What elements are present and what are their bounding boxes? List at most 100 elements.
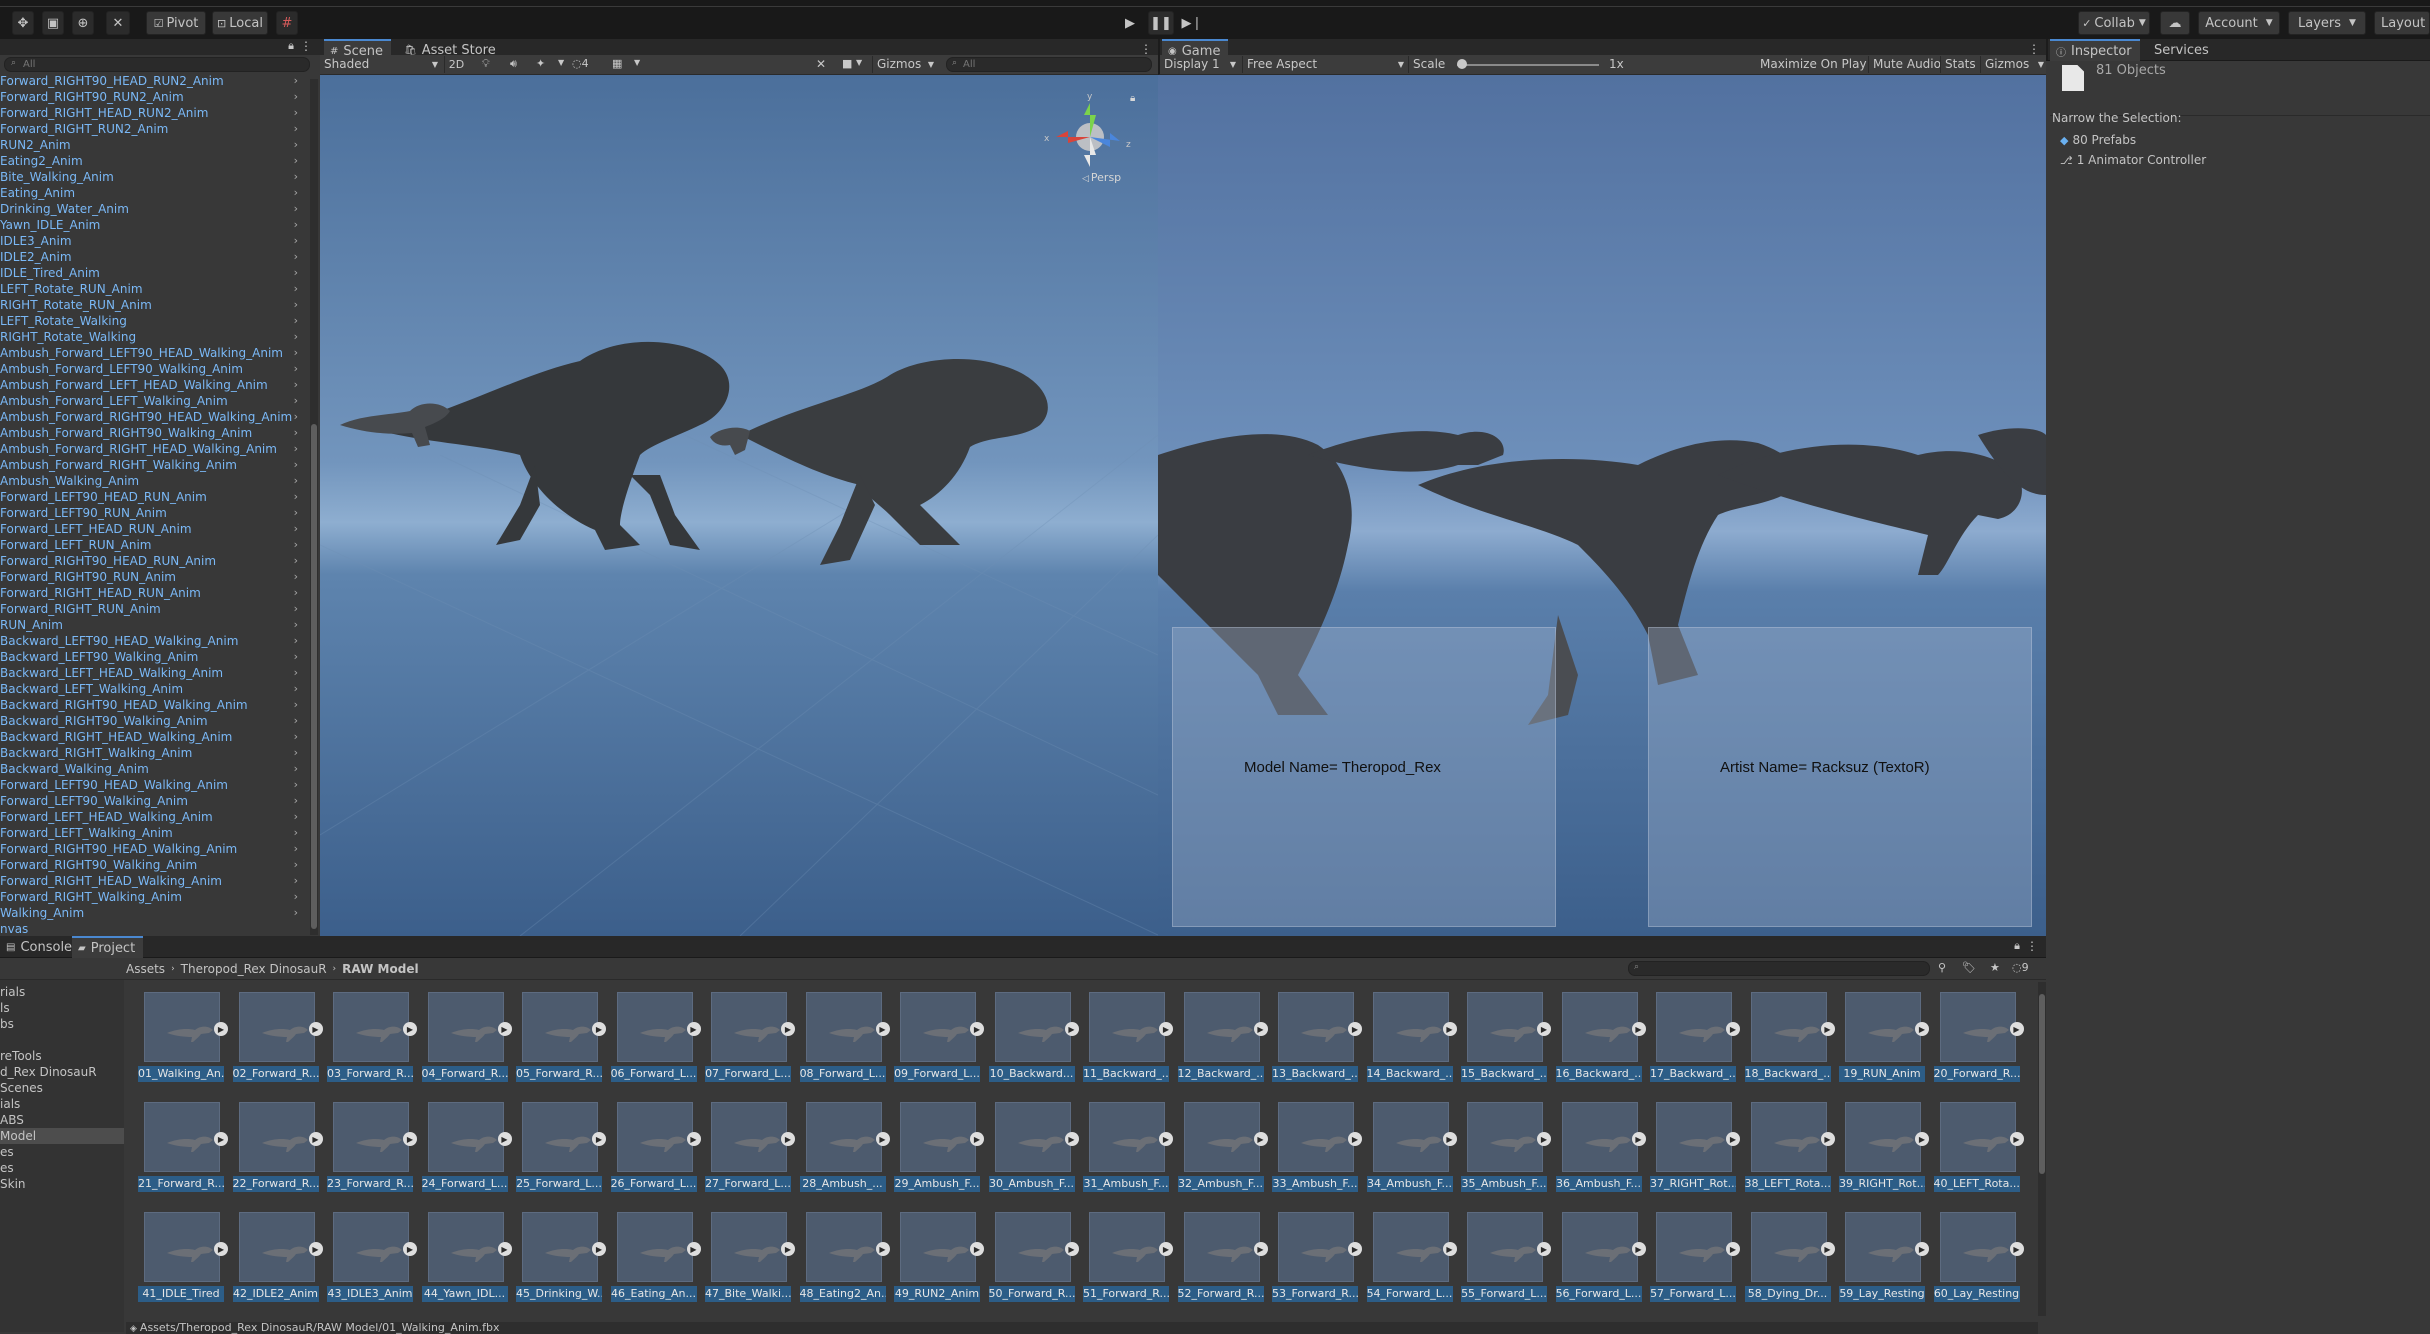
- chevron-right-icon[interactable]: ›: [294, 217, 298, 233]
- asset-tile[interactable]: ▶ 52_Forward_R...: [1177, 1206, 1268, 1310]
- project-scroll-thumb[interactable]: [2039, 994, 2045, 1174]
- local-toggle[interactable]: ⊡ Local: [212, 11, 268, 35]
- play-icon[interactable]: ▶: [308, 1242, 323, 1256]
- project-scrollbar[interactable]: [2038, 982, 2046, 1316]
- play-icon[interactable]: ▶: [592, 1242, 606, 1256]
- asset-tile[interactable]: ▶ 29_Ambush_F...: [894, 1096, 984, 1200]
- hierarchy-item[interactable]: RUN2_Anim ›: [0, 137, 312, 153]
- hierarchy-item[interactable]: Forward_RIGHT_Walking_Anim ›: [0, 889, 312, 905]
- asset-tile[interactable]: ▶ 34_Ambush_F...: [1366, 1096, 1457, 1200]
- asset-tile[interactable]: ▶ 20_Forward_R...: [1933, 986, 2024, 1090]
- play-icon[interactable]: ▶: [1631, 1022, 1646, 1036]
- stats-toggle[interactable]: Stats: [1940, 56, 1980, 73]
- custom-tool-button[interactable]: ✕: [106, 11, 130, 35]
- chevron-right-icon[interactable]: ›: [294, 345, 298, 361]
- asset-tile[interactable]: ▶ 47_Bite_Walki...: [705, 1206, 795, 1310]
- chevron-down-icon[interactable]: ▼: [634, 58, 640, 67]
- play-icon[interactable]: ▶: [403, 1132, 417, 1146]
- play-icon[interactable]: ▶: [1253, 1242, 1268, 1256]
- play-icon[interactable]: ▶: [2009, 1242, 2024, 1256]
- play-icon[interactable]: ▶: [1442, 1242, 1457, 1256]
- folder-tree-item[interactable]: Model: [0, 1128, 124, 1144]
- play-icon[interactable]: ▶: [970, 1022, 984, 1036]
- hierarchy-item[interactable]: Backward_RIGHT90_Walking_Anim ›: [0, 713, 312, 729]
- hierarchy-item[interactable]: Forward_RIGHT_RUN2_Anim ›: [0, 121, 312, 137]
- asset-tile[interactable]: ▶ 53_Forward_R...: [1272, 1206, 1362, 1310]
- hierarchy-item[interactable]: Ambush_Walking_Anim ›: [0, 473, 312, 489]
- tab-inspector[interactable]: ⓘ Inspector: [2050, 39, 2140, 61]
- chevron-right-icon[interactable]: ›: [294, 185, 298, 201]
- chevron-right-icon[interactable]: ›: [294, 873, 298, 889]
- play-icon[interactable]: ▶: [497, 1022, 512, 1036]
- tools-icon[interactable]: ✕: [816, 57, 826, 71]
- asset-tile[interactable]: ▶ 03_Forward_R...: [327, 986, 417, 1090]
- chevron-right-icon[interactable]: ›: [294, 425, 298, 441]
- chevron-right-icon[interactable]: ›: [294, 489, 298, 505]
- play-icon[interactable]: ▶: [1159, 1132, 1173, 1146]
- asset-tile[interactable]: ▶ 35_Ambush_F...: [1461, 1096, 1551, 1200]
- hierarchy-item[interactable]: Ambush_Forward_RIGHT90_Walking_Anim ›: [0, 425, 312, 441]
- hidden-packages-toggle[interactable]: ◌9: [2012, 961, 2029, 974]
- asset-tile[interactable]: ▶ 02_Forward_R...: [232, 986, 323, 1090]
- chevron-right-icon[interactable]: ›: [294, 361, 298, 377]
- chevron-right-icon[interactable]: ›: [294, 761, 298, 777]
- asset-tile[interactable]: ▶ 43_IDLE3_Anim: [327, 1206, 417, 1310]
- tab-console[interactable]: ▤ Console: [0, 936, 80, 958]
- play-icon[interactable]: ▶: [1726, 1132, 1740, 1146]
- play-icon[interactable]: ▶: [1726, 1242, 1740, 1256]
- rect-tool-button[interactable]: ▣: [42, 11, 64, 35]
- menu-icon[interactable]: ⋮: [2028, 42, 2040, 56]
- menu-icon[interactable]: ⋮: [2026, 939, 2038, 953]
- chevron-right-icon[interactable]: ›: [294, 169, 298, 185]
- hierarchy-item[interactable]: Forward_RIGHT90_Walking_Anim ›: [0, 857, 312, 873]
- hierarchy-item[interactable]: Forward_RIGHT_HEAD_RUN2_Anim ›: [0, 105, 312, 121]
- play-icon[interactable]: ▶: [214, 1132, 228, 1146]
- asset-tile[interactable]: ▶ 46_Eating_An...: [610, 1206, 701, 1310]
- breadcrumb-item-current[interactable]: RAW Model: [342, 962, 418, 976]
- chevron-right-icon[interactable]: ›: [294, 121, 298, 137]
- asset-tile[interactable]: ▶ 57_Forward_L...: [1650, 1206, 1740, 1310]
- play-icon[interactable]: ▶: [403, 1022, 417, 1036]
- chevron-right-icon[interactable]: ›: [294, 137, 298, 153]
- play-icon[interactable]: ▶: [1537, 1022, 1551, 1036]
- asset-tile[interactable]: ▶ 28_Ambush_...: [799, 1096, 890, 1200]
- hierarchy-item[interactable]: IDLE2_Anim ›: [0, 249, 312, 265]
- tab-project[interactable]: ▰ Project: [72, 936, 144, 958]
- chevron-right-icon[interactable]: ›: [294, 537, 298, 553]
- play-icon[interactable]: ▶: [1820, 1242, 1835, 1256]
- asset-tile[interactable]: ▶ 26_Forward_L...: [610, 1096, 701, 1200]
- hierarchy-item[interactable]: Ambush_Forward_RIGHT_HEAD_Walking_Anim ›: [0, 441, 312, 457]
- menu-icon[interactable]: ⋮: [1140, 42, 1152, 56]
- play-icon[interactable]: ▶: [686, 1132, 701, 1146]
- hierarchy-item[interactable]: Backward_RIGHT_HEAD_Walking_Anim ›: [0, 729, 312, 745]
- asset-tile[interactable]: ▶ 48_Eating2_An...: [799, 1206, 890, 1310]
- play-icon[interactable]: ▶: [1253, 1022, 1268, 1036]
- chevron-right-icon[interactable]: ›: [294, 105, 298, 121]
- hierarchy-item[interactable]: Ambush_Forward_RIGHT_Walking_Anim ›: [0, 457, 312, 473]
- hierarchy-item[interactable]: Forward_LEFT_Walking_Anim ›: [0, 825, 312, 841]
- hierarchy-item[interactable]: Backward_RIGHT_Walking_Anim ›: [0, 745, 312, 761]
- chevron-right-icon[interactable]: ›: [294, 73, 298, 89]
- hierarchy-item[interactable]: Backward_RIGHT90_HEAD_Walking_Anim ›: [0, 697, 312, 713]
- hierarchy-item[interactable]: RIGHT_Rotate_Walking ›: [0, 329, 312, 345]
- hierarchy-item[interactable]: Backward_LEFT_HEAD_Walking_Anim ›: [0, 665, 312, 681]
- project-search[interactable]: ⌕: [1628, 961, 1930, 976]
- folder-tree-item[interactable]: ABS: [0, 1112, 124, 1128]
- hierarchy-item[interactable]: nvas: [0, 921, 312, 933]
- chevron-right-icon[interactable]: ›: [294, 233, 298, 249]
- hierarchy-item[interactable]: Yawn_IDLE_Anim ›: [0, 217, 312, 233]
- hierarchy-search-input[interactable]: [23, 58, 303, 71]
- chevron-right-icon[interactable]: ›: [294, 729, 298, 745]
- hidden-objects-toggle[interactable]: ◌4: [572, 57, 589, 70]
- chevron-right-icon[interactable]: ›: [294, 633, 298, 649]
- label-icon[interactable]: 🏷︎: [1962, 961, 1976, 974]
- layout-dropdown[interactable]: Layout: [2374, 11, 2430, 35]
- asset-tile[interactable]: ▶ 51_Forward_R...: [1083, 1206, 1173, 1310]
- scale-slider[interactable]: [1457, 59, 1599, 69]
- play-icon[interactable]: ▶: [875, 1022, 890, 1036]
- chevron-right-icon[interactable]: ›: [294, 601, 298, 617]
- play-icon[interactable]: ▶: [875, 1132, 890, 1146]
- asset-tile[interactable]: ▶ 36_Ambush_F...: [1555, 1096, 1646, 1200]
- chevron-right-icon[interactable]: ›: [294, 665, 298, 681]
- camera-icon[interactable]: ■: [842, 57, 852, 70]
